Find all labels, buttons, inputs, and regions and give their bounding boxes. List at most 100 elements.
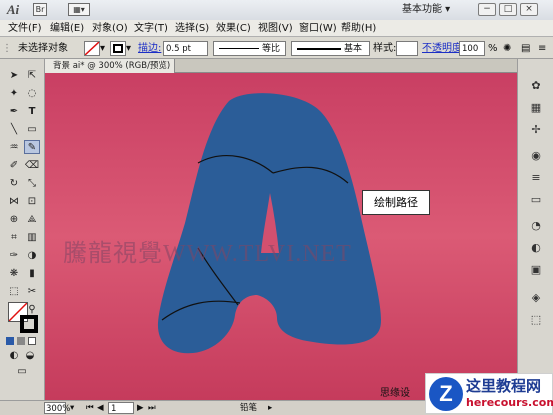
swatches-panel-icon[interactable]: ▦ (528, 101, 544, 115)
brush-definition[interactable]: 基本 (291, 41, 370, 56)
screen-mode-icon[interactable]: ▭ (14, 365, 30, 379)
corner-site-logo: Z 这里教程网 herecours.com (425, 373, 553, 414)
document-tab-strip: 背景 ai* @ 300% (RGB/预览) (45, 59, 517, 73)
opacity-percent: % (488, 43, 498, 54)
zoom-field[interactable]: 300% (44, 402, 70, 414)
align-icon[interactable]: ▤ (521, 41, 535, 56)
annotation-callout: 绘制路径 (362, 190, 430, 215)
panel-dock: ✿ ▦ ✢ ◉ ≡ ▭ ◔ ◐ ▣ ◈ ⬚ (517, 59, 553, 400)
brushes-panel-icon[interactable]: ✢ (528, 123, 544, 137)
lasso-tool-icon[interactable]: ◌ (24, 87, 40, 101)
shape-builder-tool-icon[interactable]: ⊕ (6, 213, 22, 227)
last-artboard-icon[interactable]: ⏭ (148, 402, 156, 414)
grip-icon: ⋮ (2, 43, 12, 54)
menu-type[interactable]: 文字(T) (134, 22, 168, 35)
graphic-style-picker[interactable] (396, 41, 418, 56)
graph-tool-icon[interactable]: ▮ (24, 267, 40, 281)
site-logo-icon: Z (429, 377, 463, 411)
width-tool-icon[interactable]: ⋈ (6, 195, 22, 209)
appearance-panel-icon[interactable]: ◐ (528, 241, 544, 255)
current-tool-status: 铅笔 (240, 403, 258, 413)
site-logo-url: herecours.com (466, 396, 553, 409)
watermark-text: 騰龍視覺WWW.TLVI.NET (63, 241, 352, 267)
fill-dropdown-icon[interactable]: ▾ (100, 41, 108, 56)
artboard-tool-icon[interactable]: ⬚ (6, 285, 22, 299)
stroke-label-link[interactable]: 描边: (138, 41, 161, 56)
stroke-weight-field[interactable]: 0.5 pt (163, 41, 208, 56)
scale-tool-icon[interactable]: ⤡ (24, 177, 40, 191)
arrange-documents-icon[interactable]: ▦▾ (68, 3, 90, 16)
blend-tool-icon[interactable]: ◑ (24, 249, 40, 263)
title-bar: Ai Br ▦▾ 基本功能 ▾ − □ × (0, 0, 553, 20)
menu-view[interactable]: 视图(V) (258, 22, 293, 35)
app-logo: Ai (6, 2, 20, 17)
menu-help[interactable]: 帮助(H) (341, 22, 376, 35)
color-mode-icon[interactable] (6, 337, 14, 345)
fill-swatch[interactable] (84, 41, 100, 56)
mesh-tool-icon[interactable]: ⌗ (6, 231, 22, 245)
pencil-tool-icon[interactable]: ✎ (24, 140, 40, 154)
artboards-panel-icon[interactable]: ⬚ (528, 313, 544, 327)
menu-select[interactable]: 选择(S) (175, 22, 209, 35)
variable-width-profile[interactable]: 等比 (213, 41, 286, 56)
pen-tool-icon[interactable]: ✒ (6, 105, 22, 119)
workspace-switcher[interactable]: 基本功能 ▾ (402, 3, 472, 17)
minimize-button[interactable]: − (478, 3, 496, 16)
menu-object[interactable]: 对象(O) (92, 22, 128, 35)
menu-file[interactable]: 文件(F) (8, 22, 42, 35)
control-bar: ⋮ 未选择对象 ▾ ▾ 描边: 0.5 pt 等比 基本 样式: 不透明度: 1… (0, 37, 553, 59)
next-artboard-icon[interactable]: ▶ (137, 402, 144, 414)
menu-bar: 文件(F) 编辑(E) 对象(O) 文字(T) 选择(S) 效果(C) 视图(V… (0, 20, 553, 37)
document-tab[interactable]: 背景 ai* @ 300% (RGB/预览) (45, 59, 175, 73)
recolor-icon[interactable]: ✺ (503, 41, 517, 56)
paintbrush-tool-icon[interactable]: ♒ (6, 141, 22, 155)
stroke-dropdown-icon[interactable]: ▾ (126, 41, 134, 56)
layers-panel-icon[interactable]: ◈ (528, 291, 544, 305)
close-button[interactable]: × (520, 3, 538, 16)
selection-status: 未选择对象 (18, 43, 68, 54)
type-tool-icon[interactable]: T (24, 105, 40, 119)
menu-window[interactable]: 窗口(W) (299, 22, 337, 35)
menu-effect[interactable]: 效果(C) (216, 22, 251, 35)
draw-normal-icon[interactable]: ◐ (6, 349, 22, 363)
none-mode-icon[interactable] (28, 337, 36, 345)
free-transform-tool-icon[interactable]: ⊡ (24, 195, 40, 209)
previous-artboard-icon[interactable]: ◀ (97, 402, 104, 414)
rotate-tool-icon[interactable]: ↻ (6, 177, 22, 191)
color-panel-icon[interactable]: ✿ (528, 79, 544, 93)
gradient-panel-icon[interactable]: ▭ (528, 193, 544, 207)
rectangle-tool-icon[interactable]: ▭ (24, 123, 40, 137)
transparency-panel-icon[interactable]: ◔ (528, 219, 544, 233)
eraser-tool-icon[interactable]: ⌫ (24, 159, 40, 173)
blob-brush-tool-icon[interactable]: ✐ (6, 159, 22, 173)
zoom-dropdown-icon[interactable]: ▾ (70, 402, 74, 414)
symbol-sprayer-tool-icon[interactable]: ❋ (6, 267, 22, 281)
maximize-button[interactable]: □ (499, 3, 517, 16)
symbols-panel-icon[interactable]: ◉ (528, 149, 544, 163)
line-tool-icon[interactable]: ╲ (6, 123, 22, 137)
artboard-canvas[interactable]: 騰龍視覺WWW.TLVI.NET 绘制路径 (45, 73, 517, 400)
stroke-panel-icon[interactable]: ≡ (528, 171, 544, 185)
magic-wand-tool-icon[interactable]: ✦ (6, 87, 22, 101)
site-logo-name: 这里教程网 (466, 377, 542, 395)
status-menu-icon[interactable]: ▸ (268, 402, 272, 414)
bottom-site-text: 思缘设 (380, 388, 410, 399)
graphic-styles-panel-icon[interactable]: ▣ (528, 263, 544, 277)
gradient-mode-icon[interactable] (17, 337, 25, 345)
selection-tool-icon[interactable]: ➤ (6, 69, 22, 83)
style-label: 样式: (373, 43, 397, 54)
artboard-number-field[interactable]: 1 (108, 402, 134, 414)
direct-selection-tool-icon[interactable]: ⇱ (24, 69, 40, 83)
opacity-field[interactable]: 100 (459, 41, 485, 56)
stroke-swatch[interactable] (110, 41, 126, 56)
draw-behind-icon[interactable]: ◒ (22, 349, 38, 363)
panel-menu-icon[interactable]: ≡ (538, 41, 550, 56)
menu-edit[interactable]: 编辑(E) (50, 22, 84, 35)
first-artboard-icon[interactable]: ⏮ (86, 402, 94, 414)
gradient-tool-icon[interactable]: ▥ (24, 231, 40, 245)
perspective-grid-tool-icon[interactable]: ⟁ (24, 213, 40, 227)
eyedropper-tool-icon[interactable]: ✑ (6, 249, 22, 263)
stroke-color-box[interactable] (20, 315, 38, 333)
bridge-icon[interactable]: Br (33, 3, 47, 16)
slice-tool-icon[interactable]: ✂ (24, 285, 40, 299)
